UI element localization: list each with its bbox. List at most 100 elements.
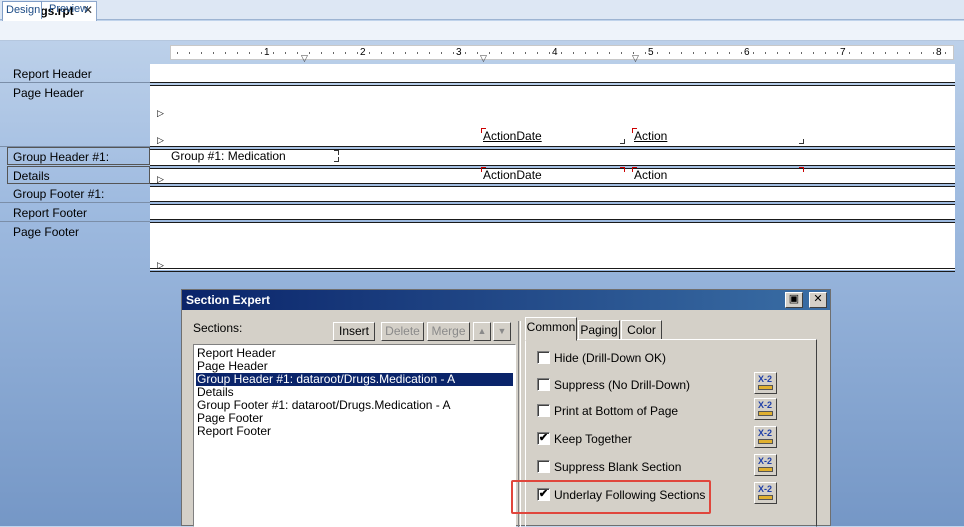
group-header-field[interactable]: Group #1: Medication (171, 149, 286, 163)
section-label-details[interactable]: Details (7, 166, 150, 184)
ruler-tick (873, 52, 874, 54)
section-label-group-header[interactable]: Group Header #1: (7, 147, 150, 165)
ruler-tick (585, 52, 586, 54)
option-label[interactable]: Suppress (No Drill-Down) (554, 378, 690, 392)
ruler-guide-marker-icon[interactable]: ▽ (632, 53, 639, 64)
section-divider[interactable] (150, 268, 955, 269)
section-strip (150, 205, 170, 219)
section-divider[interactable] (150, 183, 955, 184)
section-label-text: Group Footer #1: (13, 187, 105, 201)
option-checkbox[interactable]: ✔ (537, 488, 550, 501)
option-checkbox[interactable] (537, 351, 550, 364)
section-label-text: Page Footer (13, 225, 80, 239)
tab-preview[interactable]: Preview (49, 3, 88, 15)
ruler-tick (561, 52, 562, 54)
report-footer-band[interactable] (170, 205, 955, 219)
design-canvas[interactable]: ▷ ▷ ActionDate Action Group #1: Medicati… (150, 64, 955, 272)
close-icon[interactable]: ✕ (809, 292, 827, 308)
section-expert-dialog: Section Expert ▣ ✕ Sections: Insert Dele… (181, 289, 831, 527)
ruler-tick (465, 52, 466, 54)
section-label-page-header[interactable]: Page Header (0, 83, 150, 147)
ruler-tick (297, 52, 298, 54)
sections-list-item[interactable]: Group Header #1: dataroot/Drugs.Medicati… (196, 373, 513, 386)
section-strip (150, 187, 170, 201)
delete-button[interactable]: Delete (381, 322, 424, 341)
page-footer-band[interactable] (170, 223, 955, 270)
ruler-tick (801, 52, 802, 54)
section-divider[interactable] (150, 165, 955, 166)
section-divider[interactable] (150, 201, 955, 202)
ruler-tick (921, 52, 922, 54)
option-checkbox[interactable] (537, 378, 550, 391)
section-label-group-footer[interactable]: Group Footer #1: (0, 184, 150, 203)
dialog-title: Section Expert (186, 293, 271, 307)
section-divider[interactable] (150, 146, 955, 147)
option-checkbox[interactable]: ✔ (537, 432, 550, 445)
ruler-tick (249, 52, 250, 54)
tab-design[interactable]: Design (2, 1, 42, 19)
ruler-tick (261, 52, 262, 54)
option-label[interactable]: Suppress Blank Section (554, 460, 681, 474)
formula-icon: X-2 (758, 428, 773, 438)
formula-button[interactable]: X-2 (754, 398, 777, 420)
sections-list-item[interactable]: Report Footer (196, 425, 513, 438)
formula-button[interactable]: X-2 (754, 482, 777, 504)
ruler-tick (945, 52, 946, 54)
section-label-text: Group Header #1: (13, 150, 110, 164)
ruler-tick (441, 52, 442, 54)
ruler-tick (429, 52, 430, 54)
sections-label: Sections: (193, 321, 243, 335)
move-up-button[interactable]: ▲ (473, 322, 491, 341)
guideline-marker-icon[interactable]: ▷ (157, 260, 164, 271)
section-divider (150, 271, 955, 272)
pencil-icon (758, 467, 773, 472)
section-label-text: Report Header (13, 67, 92, 81)
ruler-tick (177, 52, 178, 54)
group-footer-band[interactable] (170, 187, 955, 201)
formula-button[interactable]: X-2 (754, 454, 777, 476)
group-header-band[interactable] (170, 150, 955, 165)
tab-common[interactable]: Common (525, 317, 577, 341)
sections-list[interactable]: Report Header Page Header Group Header #1:… (193, 344, 516, 527)
page-header-band[interactable] (170, 86, 955, 146)
pencil-icon (758, 411, 773, 416)
guideline-marker-icon[interactable]: ▷ (157, 108, 164, 119)
section-divider[interactable] (150, 82, 955, 83)
option-label[interactable]: Keep Together (554, 432, 632, 446)
help-icon[interactable]: ▣ (785, 292, 803, 308)
page-header-actiondate-field[interactable]: ActionDate (483, 129, 542, 143)
option-label[interactable]: Print at Bottom of Page (554, 404, 678, 418)
section-strip (150, 64, 170, 82)
option-label[interactable]: Underlay Following Sections (554, 488, 705, 502)
details-action-field[interactable]: Action (634, 168, 667, 182)
insert-button[interactable]: Insert (333, 322, 375, 341)
section-label-report-header[interactable]: Report Header (0, 64, 150, 83)
tab-color[interactable]: Color (621, 320, 662, 340)
ruler-tick (693, 52, 694, 54)
field-corner (620, 139, 625, 144)
guideline-marker-icon[interactable]: ▷ (157, 135, 164, 146)
ruler-tick (717, 52, 718, 54)
merge-button[interactable]: Merge (427, 322, 470, 341)
tab-paging[interactable]: Paging (578, 320, 620, 340)
section-label-page-footer[interactable]: Page Footer (0, 222, 150, 272)
ruler-guide-marker-icon[interactable]: ▽ (480, 53, 487, 64)
ruler-guide-marker-icon[interactable]: ▽ (301, 53, 308, 64)
details-band[interactable] (170, 169, 955, 183)
ruler-tick (237, 52, 238, 54)
page-header-action-field[interactable]: Action (634, 129, 667, 143)
report-header-band[interactable] (170, 64, 955, 82)
ruler-tick (273, 52, 274, 54)
option-checkbox[interactable] (537, 460, 550, 473)
section-divider[interactable] (150, 219, 955, 220)
ruler-tick (393, 52, 394, 54)
details-actiondate-field[interactable]: ActionDate (483, 168, 542, 182)
section-label-report-footer[interactable]: Report Footer (0, 203, 150, 222)
formula-button[interactable]: X-2 (754, 372, 777, 394)
option-checkbox[interactable] (537, 404, 550, 417)
move-down-button[interactable]: ▼ (493, 322, 511, 341)
option-label[interactable]: Hide (Drill-Down OK) (554, 351, 666, 365)
formula-button[interactable]: X-2 (754, 426, 777, 448)
ruler-tick (933, 52, 934, 54)
dialog-titlebar[interactable]: Section Expert ▣ ✕ (182, 290, 830, 310)
